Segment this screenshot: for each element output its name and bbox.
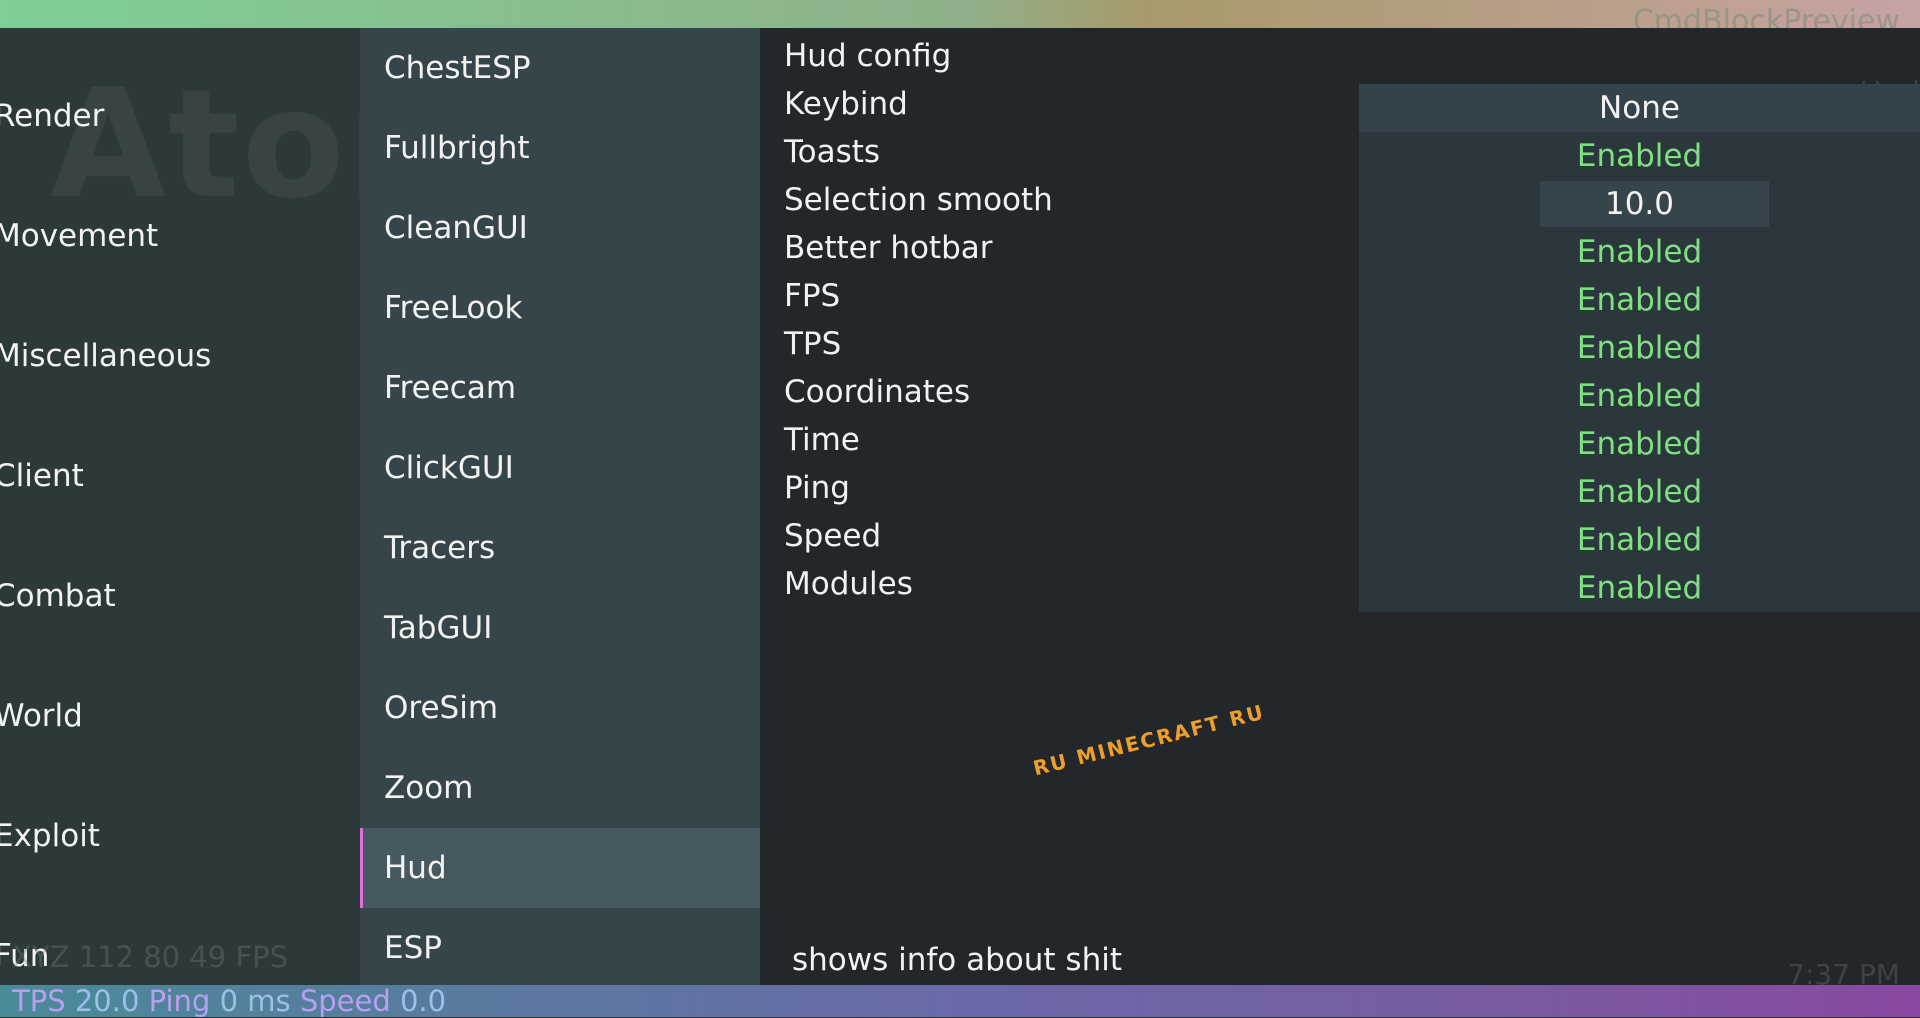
hud-status-bar: TPS 20.0 Ping 0 ms Speed 0.0 [0,985,1920,1017]
setting-label: Modules [784,566,913,602]
ghost-coordinates: XYZ 112 80 49 FPS [12,940,289,974]
module-esp[interactable]: ESP [360,908,760,988]
ru-minecraft-logo: RU MINECRAFT RU [1030,699,1268,781]
setting-label: Speed [784,518,882,554]
category-panel: Atomic Render Movement Miscellaneous Client… [0,28,647,985]
setting-value-toggle[interactable]: Enabled [1359,468,1920,516]
setting-value-toggle[interactable]: Enabled [1359,132,1920,180]
category-world[interactable]: World [0,698,83,734]
setting-value-toggle[interactable]: Enabled [1359,324,1920,372]
setting-label: Ping [784,470,850,506]
category-client[interactable]: Client [0,458,84,494]
module-list: ChestESP Fullbright CleanGUI FreeLook Freeca… [360,28,760,985]
setting-label: FPS [784,278,841,314]
settings-panel: Hud Hud configKeybindToastsSelection smo… [760,28,1920,985]
setting-label: TPS [784,326,842,362]
module-description: shows info about shit [792,942,1122,978]
setting-value-toggle[interactable]: Enabled [1359,372,1920,420]
module-clickgui[interactable]: ClickGUI [360,428,760,508]
speed-value: 0.0 [399,984,447,1018]
speed-label: Speed [299,984,391,1018]
setting-value-toggle[interactable]: Enabled [1359,228,1920,276]
module-freelook[interactable]: FreeLook [360,268,760,348]
setting-label: Hud config [784,38,952,74]
module-hud[interactable]: Hud [360,828,760,908]
module-freecam[interactable]: Freecam [360,348,760,428]
module-tracers[interactable]: Tracers [360,508,760,588]
setting-label: Toasts [784,134,881,170]
setting-value-toggle[interactable]: Enabled [1359,276,1920,324]
setting-label: Coordinates [784,374,971,410]
tps-value: 20.0 [74,984,140,1018]
module-fullbright[interactable]: Fullbright [360,108,760,188]
module-cleangui[interactable]: CleanGUI [360,188,760,268]
setting-label: Selection smooth [784,182,1053,218]
category-combat[interactable]: Combat [0,578,116,614]
setting-value-toggle[interactable]: Enabled [1359,516,1920,564]
keybind-button[interactable]: None [1359,84,1920,132]
setting-value-toggle[interactable]: Enabled [1359,564,1920,612]
category-miscellaneous[interactable]: Miscellaneous [0,338,211,374]
setting-label: Better hotbar [784,230,993,266]
setting-value-toggle[interactable]: 10.0 [1359,180,1920,228]
module-oresim[interactable]: OreSim [360,668,760,748]
category-render[interactable]: Render [0,98,104,134]
category-movement[interactable]: Movement [0,218,158,254]
module-tabgui[interactable]: TabGUI [360,588,760,668]
settings-values: None Enabled 10.0 Enabled Enabled Enabled Enab… [1359,84,1920,612]
ping-value: 0 ms [219,984,291,1018]
ping-label: Ping [148,984,211,1018]
module-chestesp[interactable]: ChestESP [360,28,760,108]
category-exploit[interactable]: Exploit [0,818,100,854]
module-zoom[interactable]: Zoom [360,748,760,828]
setting-label: Keybind [784,86,908,122]
setting-value-toggle[interactable]: Enabled [1359,420,1920,468]
setting-label: Time [784,422,860,458]
tps-label: TPS [12,984,66,1018]
